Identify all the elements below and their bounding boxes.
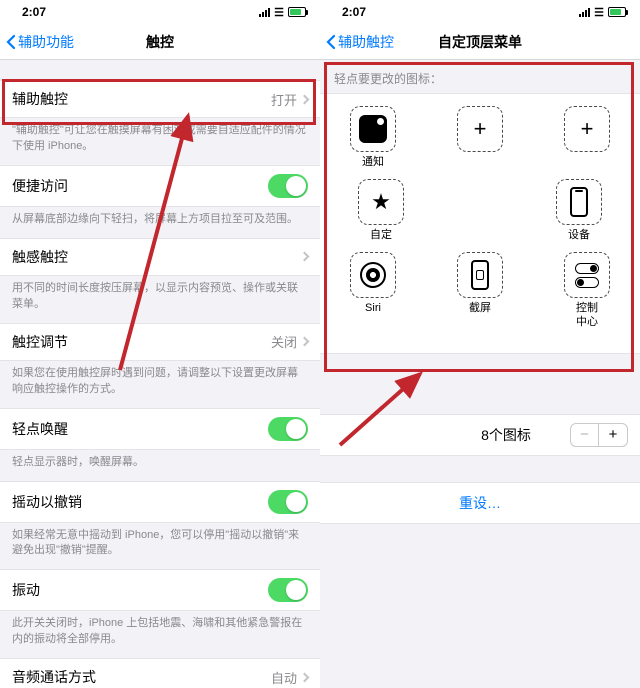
row-haptic-touch[interactable]: 触感触控	[0, 238, 320, 276]
row-footer: 此开关关闭时，iPhone 上包括地震、海啸和其他紧急警报在内的振动将全部停用。	[0, 611, 320, 658]
star-icon: ★	[371, 189, 391, 215]
wifi-icon: ☰	[274, 6, 284, 19]
toggle-on[interactable]	[268, 578, 308, 602]
row-value: 打开	[271, 90, 297, 109]
row-label: 便捷访问	[12, 176, 268, 196]
wifi-icon: ☰	[594, 6, 604, 19]
row-label: 触感触控	[12, 247, 301, 267]
chevron-right-icon	[300, 94, 310, 104]
slot-empty[interactable]: +	[445, 106, 515, 169]
toggle-on[interactable]	[268, 490, 308, 514]
slot-screenshot[interactable]: 截屏	[445, 252, 515, 328]
statusbar: 2:07 ☰	[0, 0, 320, 24]
slot-control-center[interactable]: 控制 中心	[552, 252, 622, 328]
icon-grid: 通知 + + ★ 自定 设备 Siri	[320, 93, 640, 354]
row-label: 辅助触控	[12, 89, 271, 109]
row-footer: "辅助触控"可让您在触摸屏幕有困难或需要自适应配件的情况下使用 iPhone。	[0, 118, 320, 165]
row-assistivetouch[interactable]: 辅助触控 打开	[0, 80, 320, 118]
reset-button[interactable]: 重设…	[320, 482, 640, 524]
battery-icon	[608, 7, 626, 17]
status-indicators: ☰	[259, 6, 306, 19]
phone-right: 2:07 ☰ 辅助触控 自定顶层菜单 轻点要更改的图标： 通知 + +	[320, 0, 640, 688]
minus-icon[interactable]: −	[571, 424, 599, 446]
notification-icon	[359, 115, 387, 143]
row-shake-undo[interactable]: 摇动以撤销	[0, 481, 320, 523]
slot-siri[interactable]: Siri	[338, 252, 408, 328]
reset-label: 重设…	[459, 495, 501, 511]
status-indicators: ☰	[579, 6, 626, 19]
control-center-icon	[575, 263, 599, 288]
toggle-on[interactable]	[268, 417, 308, 441]
slot-label: Siri	[365, 302, 381, 315]
device-icon	[570, 187, 588, 217]
slot-label: 控制 中心	[576, 302, 598, 328]
slot-notification[interactable]: 通知	[338, 106, 408, 169]
plus-icon: +	[581, 116, 594, 142]
slot-label: 通知	[362, 156, 384, 169]
slot-label: 截屏	[469, 302, 491, 315]
navbar: 辅助功能 触控	[0, 24, 320, 60]
slot-empty[interactable]: +	[552, 106, 622, 169]
row-call-audio-routing[interactable]: 音频通话方式 自动	[0, 658, 320, 688]
slot-label: 设备	[568, 229, 590, 242]
status-time: 2:07	[22, 5, 46, 19]
row-value: 自动	[271, 668, 297, 687]
icon-count-row: 8个图标 − +	[320, 414, 640, 456]
row-vibration[interactable]: 振动	[0, 569, 320, 611]
row-touch-accommodations[interactable]: 触控调节 关闭	[0, 323, 320, 361]
phone-left: 2:07 ☰ 辅助功能 触控 辅助触控 打开 "辅助触控"可让您在触摸屏幕有困难…	[0, 0, 320, 688]
row-footer: 用不同的时间长度按压屏幕，以显示内容预览、操作或关联菜单。	[0, 276, 320, 323]
row-reachability[interactable]: 便捷访问	[0, 165, 320, 207]
row-tap-to-wake[interactable]: 轻点唤醒	[0, 408, 320, 450]
plus-icon: +	[474, 116, 487, 142]
siri-icon	[360, 262, 386, 288]
count-stepper[interactable]: − +	[570, 423, 628, 447]
statusbar: 2:07 ☰	[320, 0, 640, 24]
row-footer: 轻点显示器时，唤醒屏幕。	[0, 450, 320, 481]
count-label: 8个图标	[361, 425, 531, 445]
chevron-right-icon	[300, 252, 310, 262]
slot-custom[interactable]: ★ 自定	[346, 179, 416, 242]
slot-label: 自定	[370, 229, 392, 242]
row-footer: 从屏幕底部边缘向下轻扫，将屏幕上方项目拉至可及范围。	[0, 207, 320, 238]
back-button[interactable]: 辅助触控	[320, 32, 394, 52]
signal-icon	[579, 8, 590, 17]
row-label: 音频通话方式	[12, 667, 271, 687]
back-label: 辅助功能	[18, 32, 74, 52]
chevron-left-icon	[4, 33, 18, 51]
row-label: 轻点唤醒	[12, 419, 268, 439]
section-hint: 轻点要更改的图标：	[320, 60, 640, 93]
battery-icon	[288, 7, 306, 17]
signal-icon	[259, 8, 270, 17]
chevron-left-icon	[324, 33, 338, 51]
row-footer: 如果经常无意中摇动到 iPhone，您可以停用"摇动以撤销"来避免出现"撤销"提…	[0, 523, 320, 570]
chevron-right-icon	[300, 672, 310, 682]
toggle-on[interactable]	[268, 174, 308, 198]
back-button[interactable]: 辅助功能	[0, 32, 74, 52]
chevron-right-icon	[300, 337, 310, 347]
status-time: 2:07	[342, 5, 366, 19]
row-value: 关闭	[271, 332, 297, 351]
slot-device[interactable]: 设备	[544, 179, 614, 242]
plus-icon[interactable]: +	[599, 424, 627, 446]
row-footer: 如果您在使用触控屏时遇到问题，请调整以下设置更改屏幕响应触控操作的方式。	[0, 361, 320, 408]
row-label: 触控调节	[12, 332, 271, 352]
screenshot-icon	[471, 260, 489, 290]
row-label: 振动	[12, 580, 268, 600]
row-label: 摇动以撤销	[12, 492, 268, 512]
back-label: 辅助触控	[338, 32, 394, 52]
navbar: 辅助触控 自定顶层菜单	[320, 24, 640, 60]
